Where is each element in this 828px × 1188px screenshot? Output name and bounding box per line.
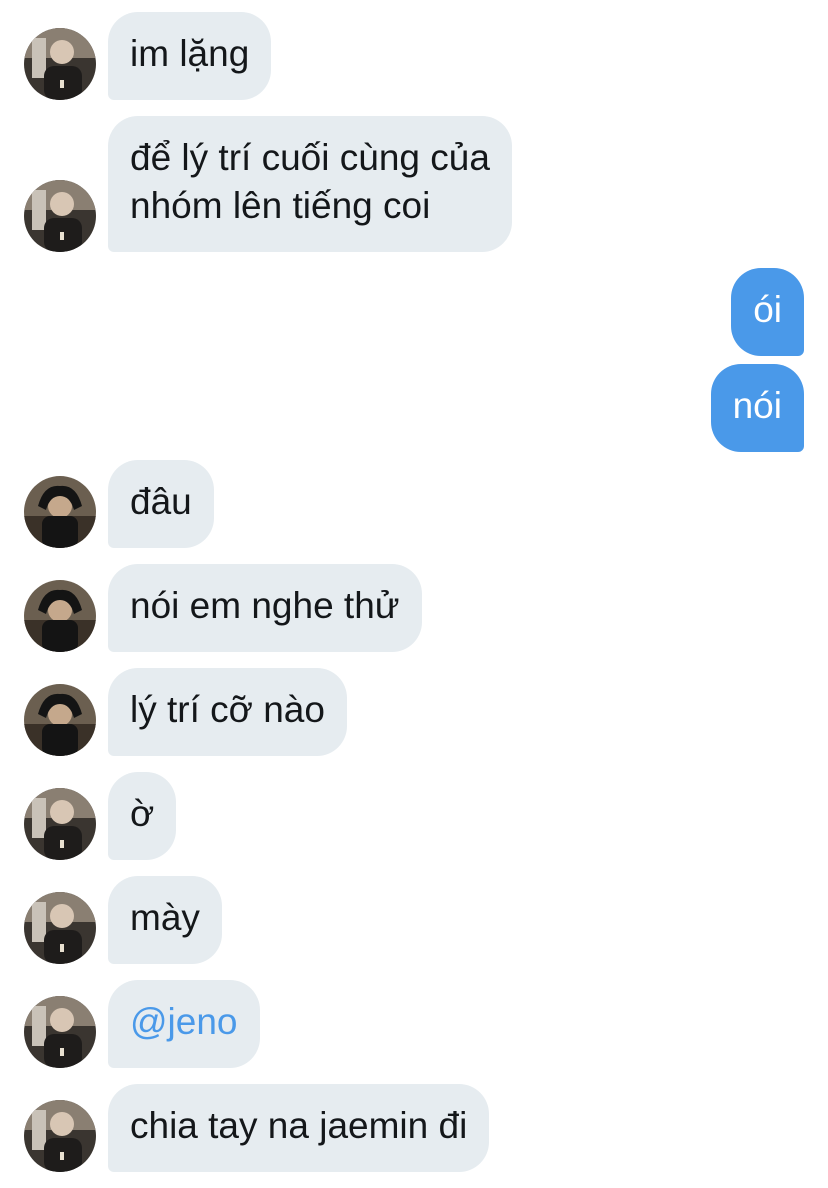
person-avatar-icon	[24, 788, 96, 860]
message-text-line: để lý trí cuối cùng của	[130, 137, 490, 178]
message-text: nói	[732, 385, 782, 426]
message-bubble-incoming[interactable]: @jeno	[108, 980, 260, 1068]
message-bubble-outgoing[interactable]: ói	[731, 268, 804, 356]
message-bubble-incoming[interactable]: mày	[108, 876, 222, 964]
avatar[interactable]	[24, 476, 96, 548]
person-avatar-icon	[24, 684, 96, 756]
avatar[interactable]	[24, 1100, 96, 1172]
avatar[interactable]	[24, 788, 96, 860]
message-text: ói	[753, 289, 782, 330]
message-bubble-incoming[interactable]: lý trí cỡ nào	[108, 668, 347, 756]
message-bubble-incoming[interactable]: ờ	[108, 772, 177, 860]
message-text: đâu	[130, 481, 192, 522]
avatar[interactable]	[24, 180, 96, 252]
message-bubble-incoming[interactable]: nói em nghe thử	[108, 564, 422, 652]
person-avatar-icon	[24, 892, 96, 964]
person-avatar-icon	[24, 1100, 96, 1172]
avatar[interactable]	[24, 996, 96, 1068]
avatar[interactable]	[24, 892, 96, 964]
person-avatar-icon	[24, 580, 96, 652]
avatar[interactable]	[24, 684, 96, 756]
message-bubble-incoming[interactable]: đâu	[108, 460, 214, 548]
avatar[interactable]	[24, 580, 96, 652]
message-bubble-incoming[interactable]: im lặng	[108, 12, 272, 100]
message-bubble-incoming[interactable]: chia tay na jaemin đi	[108, 1084, 490, 1172]
message-text: lý trí cỡ nào	[130, 689, 325, 730]
message-text: mày	[130, 897, 200, 938]
mention-link[interactable]: @jeno	[130, 1001, 238, 1042]
message-bubble-incoming[interactable]: để lý trí cuối cùng của nhóm lên tiếng c…	[108, 116, 512, 252]
person-avatar-icon	[24, 180, 96, 252]
message-text: ờ	[130, 793, 155, 834]
message-bubble-outgoing[interactable]: nói	[710, 364, 804, 452]
person-avatar-icon	[24, 476, 96, 548]
person-avatar-icon	[24, 996, 96, 1068]
message-text: im lặng	[130, 33, 250, 74]
person-avatar-icon	[24, 28, 96, 100]
avatar[interactable]	[24, 28, 96, 100]
message-text: chia tay na jaemin đi	[130, 1105, 468, 1146]
message-text: nói em nghe thử	[130, 585, 400, 626]
message-text-line: nhóm lên tiếng coi	[130, 185, 431, 226]
